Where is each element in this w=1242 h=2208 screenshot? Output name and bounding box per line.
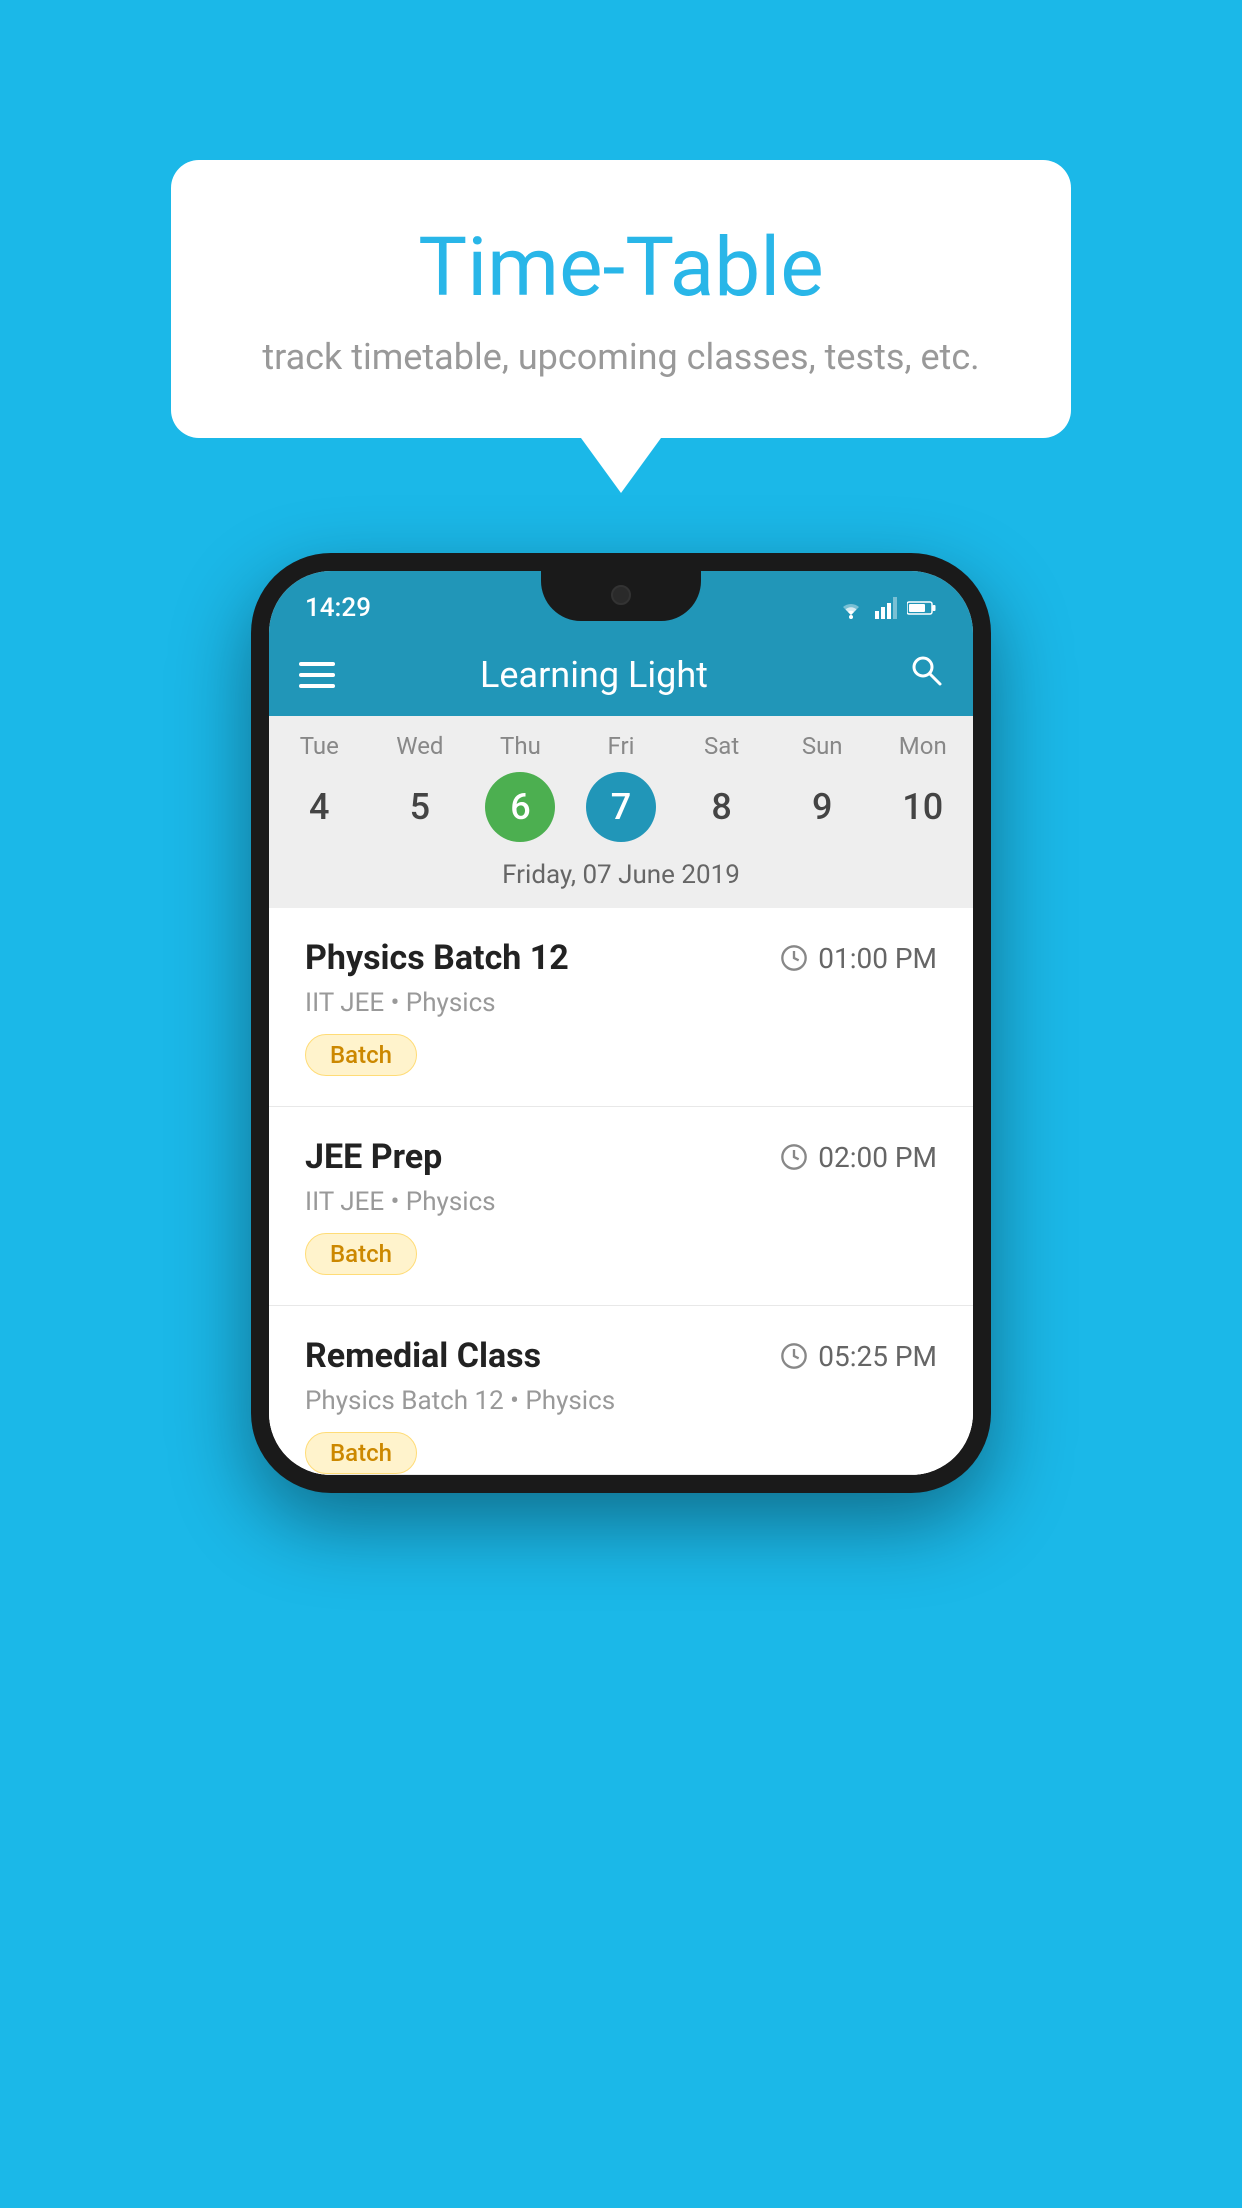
signal-icon bbox=[875, 597, 897, 619]
event-card[interactable]: JEE Prep 02:00 PM IIT JEE • Physics Batc… bbox=[269, 1107, 973, 1306]
weekday-label: Wed bbox=[370, 732, 471, 760]
app-title: Learning Light bbox=[355, 654, 833, 696]
event-header: Physics Batch 12 01:00 PM bbox=[305, 938, 937, 978]
weekday-label: Sun bbox=[772, 732, 873, 760]
speech-bubble: Time-Table track timetable, upcoming cla… bbox=[171, 160, 1071, 438]
batch-tag: Batch bbox=[305, 1432, 417, 1474]
weekday-label: Tue bbox=[269, 732, 370, 760]
weekday-cell[interactable]: Wed 5 bbox=[370, 732, 471, 842]
event-header: JEE Prep 02:00 PM bbox=[305, 1137, 937, 1177]
event-name: Physics Batch 12 bbox=[305, 938, 569, 978]
wifi-icon bbox=[837, 597, 865, 619]
batch-tag: Batch bbox=[305, 1233, 417, 1275]
weekday-cell[interactable]: Sun 9 bbox=[772, 732, 873, 842]
events-section: Physics Batch 12 01:00 PM IIT JEE • Phys… bbox=[269, 908, 973, 1475]
weekday-num: 7 bbox=[586, 772, 656, 842]
status-time: 14:29 bbox=[305, 593, 371, 623]
speech-bubble-wrapper: Time-Table track timetable, upcoming cla… bbox=[171, 160, 1071, 493]
weekday-label: Sat bbox=[671, 732, 772, 760]
event-header: Remedial Class 05:25 PM bbox=[305, 1336, 937, 1376]
event-time: 02:00 PM bbox=[780, 1141, 937, 1174]
weekday-label: Mon bbox=[872, 732, 973, 760]
event-meta: IIT JEE • Physics bbox=[305, 1187, 937, 1217]
phone-frame: 14:29 bbox=[251, 553, 991, 1493]
phone-wrapper: 14:29 bbox=[251, 553, 991, 1493]
phone-camera bbox=[611, 585, 631, 605]
weekday-cell[interactable]: Mon 10 bbox=[872, 732, 973, 842]
event-time: 01:00 PM bbox=[780, 942, 937, 975]
event-card[interactable]: Physics Batch 12 01:00 PM IIT JEE • Phys… bbox=[269, 908, 973, 1107]
calendar-section: Tue 4 Wed 5 Thu 6 Fri 7 Sat 8 Sun 9 Mon 10 Friday, 07… bbox=[269, 716, 973, 908]
weekday-num: 6 bbox=[485, 772, 555, 842]
weekday-label: Fri bbox=[571, 732, 672, 760]
weekday-num: 9 bbox=[787, 772, 857, 842]
weekdays-row: Tue 4 Wed 5 Thu 6 Fri 7 Sat 8 Sun 9 Mon 10 bbox=[269, 716, 973, 850]
clock-icon bbox=[780, 1143, 808, 1171]
status-icons bbox=[837, 597, 937, 619]
weekday-cell[interactable]: Thu 6 bbox=[470, 732, 571, 842]
weekday-cell[interactable]: Sat 8 bbox=[671, 732, 772, 842]
event-meta: Physics Batch 12 • Physics bbox=[305, 1386, 937, 1416]
weekday-label: Thu bbox=[470, 732, 571, 760]
phone-screen: 14:29 bbox=[269, 571, 973, 1475]
event-meta: IIT JEE • Physics bbox=[305, 988, 937, 1018]
event-name: JEE Prep bbox=[305, 1137, 442, 1177]
phone-notch bbox=[541, 571, 701, 621]
selected-date-label: Friday, 07 June 2019 bbox=[269, 850, 973, 908]
speech-bubble-arrow bbox=[581, 438, 661, 493]
event-time: 05:25 PM bbox=[780, 1340, 937, 1373]
battery-icon bbox=[907, 600, 937, 616]
weekday-cell[interactable]: Tue 4 bbox=[269, 732, 370, 842]
weekday-num: 4 bbox=[284, 772, 354, 842]
speech-bubble-subtitle: track timetable, upcoming classes, tests… bbox=[251, 336, 991, 378]
clock-icon bbox=[780, 944, 808, 972]
menu-button[interactable] bbox=[299, 662, 335, 688]
batch-tag: Batch bbox=[305, 1034, 417, 1076]
clock-icon bbox=[780, 1342, 808, 1370]
speech-bubble-title: Time-Table bbox=[251, 220, 991, 316]
app-bar: Learning Light bbox=[269, 633, 973, 716]
weekday-num: 5 bbox=[385, 772, 455, 842]
weekday-num: 8 bbox=[687, 772, 757, 842]
event-card[interactable]: Remedial Class 05:25 PM Physics Batch 12… bbox=[269, 1306, 973, 1475]
weekday-cell[interactable]: Fri 7 bbox=[571, 732, 672, 842]
weekday-num: 10 bbox=[888, 772, 958, 842]
search-button[interactable] bbox=[909, 653, 943, 696]
event-name: Remedial Class bbox=[305, 1336, 541, 1376]
